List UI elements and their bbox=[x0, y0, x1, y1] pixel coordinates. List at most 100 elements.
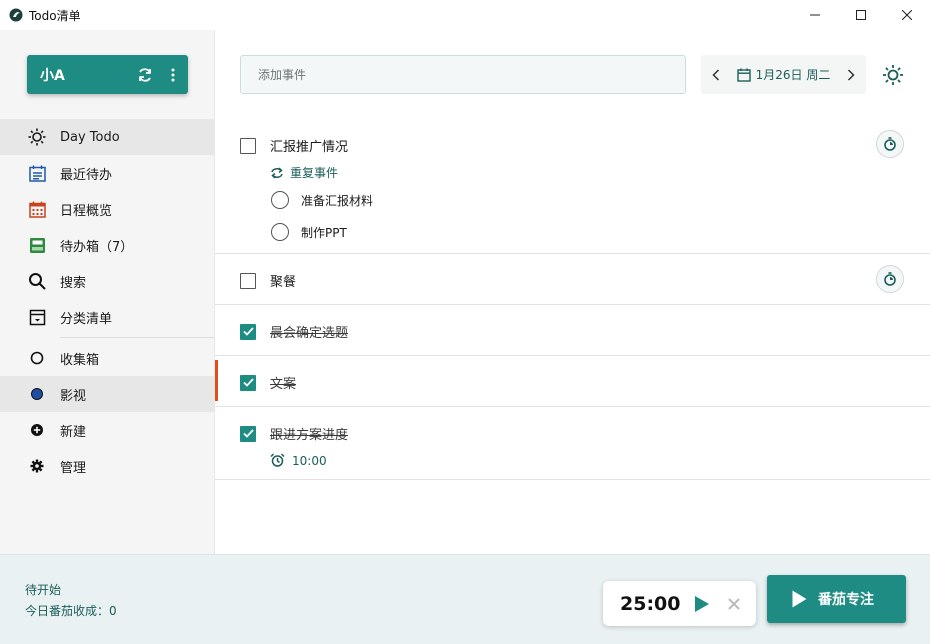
task-item: 跟进方案进度 10:00 bbox=[215, 407, 930, 480]
sidebar-item-label: 管理 bbox=[60, 460, 87, 476]
main-panel: 1月26日 周二 汇报推广情况 bbox=[215, 30, 930, 554]
sidebar-item-label: 待办箱（7） bbox=[60, 239, 134, 255]
task-row: 晨会确定选题 bbox=[240, 322, 348, 341]
sidebar-item-collection[interactable]: 收集箱 bbox=[0, 340, 214, 376]
user-card[interactable]: 小A bbox=[27, 55, 188, 94]
start-focus-button[interactable] bbox=[876, 265, 904, 293]
task-checkbox[interactable] bbox=[240, 374, 256, 391]
search-icon bbox=[27, 271, 47, 291]
start-focus-button[interactable] bbox=[876, 130, 904, 158]
user-name: 小A bbox=[40, 67, 65, 84]
alarm-clock-icon bbox=[270, 453, 285, 467]
repeat-icon bbox=[271, 166, 283, 179]
date-picker-button[interactable]: 1月26日 周二 bbox=[731, 66, 836, 83]
repeat-label: 重复事件 bbox=[290, 166, 339, 180]
close-icon bbox=[902, 10, 912, 20]
task-row: 聚餐 bbox=[240, 271, 296, 290]
repeat-indicator: 重复事件 bbox=[270, 164, 338, 181]
chevron-left-icon bbox=[712, 68, 720, 81]
minimize-icon bbox=[810, 14, 820, 16]
sidebar-item-recent[interactable]: 最近待办 bbox=[0, 155, 214, 191]
task-reminder: 10:00 bbox=[270, 453, 327, 468]
task-title[interactable]: 晨会确定选题 bbox=[270, 322, 348, 341]
sidebar-item-label: 搜索 bbox=[60, 275, 87, 291]
task-row: 跟进方案进度 bbox=[240, 424, 348, 443]
pomodoro-footer: 待开始 今日番茄收成：0 25:00 番茄专注 bbox=[0, 554, 930, 644]
timer-play-button[interactable] bbox=[689, 591, 715, 617]
maximize-icon bbox=[856, 10, 866, 20]
inbox-icon bbox=[27, 235, 47, 255]
close-button[interactable] bbox=[884, 0, 930, 30]
subtask-title[interactable]: 准备汇报材料 bbox=[301, 192, 373, 209]
subtask-title[interactable]: 制作PPT bbox=[301, 224, 347, 241]
maximize-button[interactable] bbox=[838, 0, 884, 30]
subtask-radio[interactable] bbox=[271, 223, 289, 241]
sidebar-item-label: 分类清单 bbox=[60, 311, 113, 327]
task-title[interactable]: 汇报推广情况 bbox=[270, 136, 348, 155]
task-item: 聚餐 bbox=[215, 254, 930, 305]
sidebar-item-label: 日程概览 bbox=[60, 203, 113, 219]
next-day-button[interactable] bbox=[836, 55, 866, 94]
date-text: 1月26日 周二 bbox=[755, 68, 831, 82]
pomodoro-status: 待开始 bbox=[25, 583, 62, 597]
play-icon bbox=[695, 595, 709, 612]
sidebar-item-label: Day Todo bbox=[60, 129, 120, 145]
reminder-time: 10:00 bbox=[292, 453, 327, 468]
subtask-item: 准备汇报材料 bbox=[271, 191, 373, 209]
sidebar-item-label: 影视 bbox=[60, 388, 87, 404]
task-row: 汇报推广情况 bbox=[240, 136, 348, 155]
sidebar-item-search[interactable]: 搜索 bbox=[0, 263, 214, 299]
sync-button[interactable] bbox=[132, 62, 158, 88]
calendar-icon bbox=[736, 68, 751, 82]
sun-icon bbox=[27, 127, 47, 147]
close-icon bbox=[728, 597, 740, 610]
sidebar-divider bbox=[60, 337, 214, 338]
stopwatch-icon bbox=[884, 137, 896, 151]
subtask-radio[interactable] bbox=[271, 191, 289, 209]
archive-icon bbox=[27, 307, 47, 327]
calendar-list-icon bbox=[27, 163, 47, 183]
sidebar: 小A Day Todo 最近待办 日程概览 待办箱（7） 搜索 分类清单 收集箱… bbox=[0, 30, 215, 554]
task-checkbox[interactable] bbox=[240, 137, 256, 154]
more-menu-button[interactable] bbox=[160, 62, 186, 88]
sidebar-item-manage[interactable]: 管理 bbox=[0, 448, 214, 484]
sun-icon bbox=[882, 64, 903, 85]
checkmark-icon bbox=[242, 327, 254, 336]
task-title[interactable]: 文案 bbox=[270, 373, 296, 392]
plus-circle-icon bbox=[27, 420, 47, 440]
task-checkbox[interactable] bbox=[240, 323, 256, 340]
sidebar-item-new[interactable]: 新建 bbox=[0, 412, 214, 448]
task-checkbox[interactable] bbox=[240, 425, 256, 442]
gear-icon bbox=[27, 456, 47, 476]
task-item: 晨会确定选题 bbox=[215, 305, 930, 356]
chevron-right-icon bbox=[847, 68, 855, 81]
timer-cancel-button[interactable] bbox=[721, 591, 747, 617]
checkmark-icon bbox=[242, 378, 254, 387]
sidebar-item-movies[interactable]: 影视 bbox=[0, 376, 214, 412]
play-icon bbox=[792, 590, 807, 608]
stopwatch-icon bbox=[884, 272, 896, 286]
calendar-grid-icon bbox=[27, 199, 47, 219]
start-pomodoro-button[interactable]: 番茄专注 bbox=[767, 575, 906, 623]
task-title[interactable]: 跟进方案进度 bbox=[270, 424, 348, 443]
sidebar-item-categories[interactable]: 分类清单 bbox=[0, 299, 214, 335]
sidebar-item-inbox[interactable]: 待办箱（7） bbox=[0, 227, 214, 263]
title-bar: Todo清单 bbox=[0, 0, 930, 30]
circle-outline-icon bbox=[27, 348, 47, 368]
add-event-input[interactable] bbox=[240, 55, 686, 94]
prev-day-button[interactable] bbox=[701, 55, 731, 94]
sidebar-item-label: 最近待办 bbox=[60, 167, 113, 183]
sidebar-item-day-todo[interactable]: Day Todo bbox=[0, 119, 214, 155]
sidebar-item-schedule[interactable]: 日程概览 bbox=[0, 191, 214, 227]
sidebar-item-label: 新建 bbox=[60, 424, 87, 440]
theme-toggle-button[interactable] bbox=[879, 61, 906, 88]
task-item: 汇报推广情况 重复事件 准备汇报材料 制作PPT bbox=[215, 119, 930, 254]
more-vertical-icon bbox=[171, 68, 175, 81]
task-checkbox[interactable] bbox=[240, 272, 256, 289]
date-navigator: 1月26日 周二 bbox=[701, 55, 866, 94]
minimize-button[interactable] bbox=[792, 0, 838, 30]
task-title[interactable]: 聚餐 bbox=[270, 271, 296, 290]
app-logo-icon bbox=[9, 8, 23, 22]
sync-icon bbox=[139, 67, 151, 82]
subtask-item: 制作PPT bbox=[271, 223, 347, 241]
